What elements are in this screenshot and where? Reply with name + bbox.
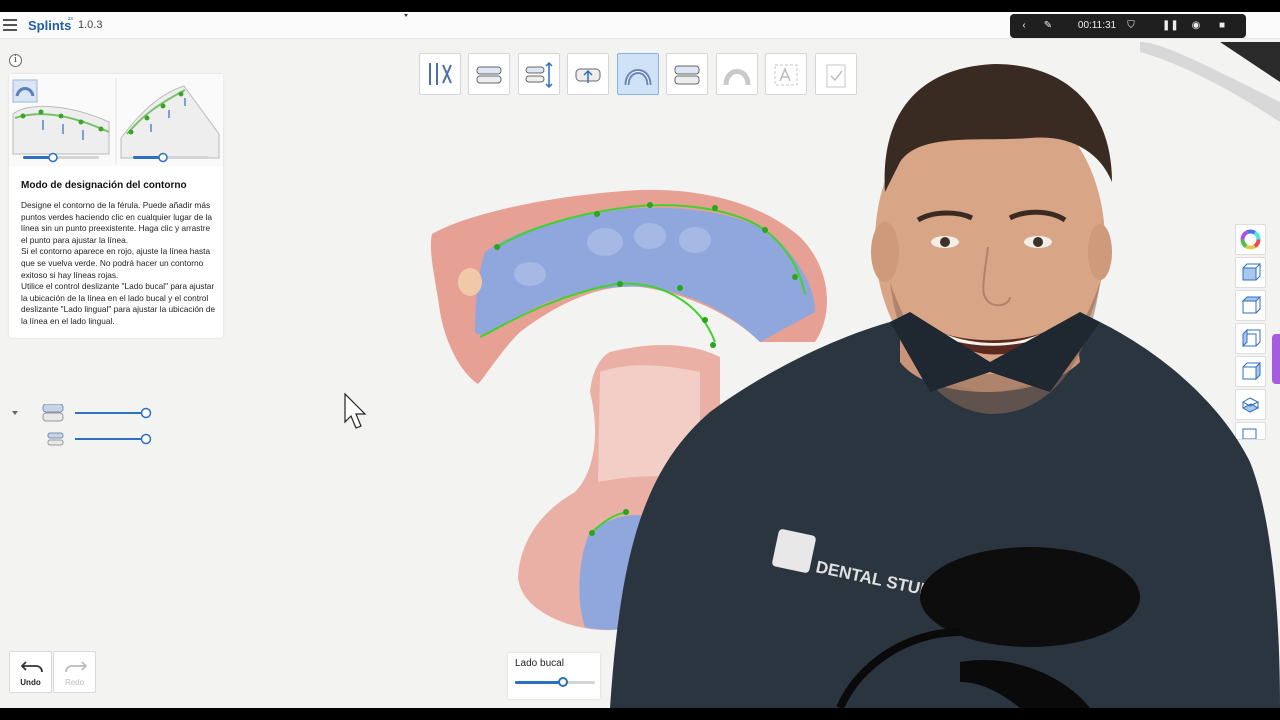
- screen-recorder-bar: ‹ ✎ 00:11:31 ⛉ ❚❚ ◉ ■: [1010, 14, 1246, 38]
- video-letterbox-bottom: [0, 708, 1280, 720]
- recording-timer: 00:11:31: [1077, 20, 1117, 31]
- redo-button[interactable]: Redo: [53, 651, 96, 693]
- jaw-visibility-controls: [12, 404, 152, 446]
- collapse-chevron-icon: [12, 411, 18, 415]
- help-illustration: [9, 74, 223, 166]
- block-out-icon: [575, 68, 601, 83]
- bucal-side-slider-panel: Lado bucal: [508, 653, 600, 699]
- redo-icon: [65, 661, 88, 673]
- stop-icon[interactable]: ■: [1215, 14, 1229, 38]
- undo-icon: [20, 661, 43, 673]
- redo-label: Redo: [64, 678, 85, 687]
- help-panel: Modo de designación del contorno Designe…: [9, 74, 223, 338]
- chevron-left-icon[interactable]: ‹: [1016, 14, 1032, 38]
- shield-icon[interactable]: ⛉: [1124, 14, 1138, 38]
- lower-jaw-slider-thumb: [140, 433, 152, 445]
- undo-redo-group: Undo Redo: [9, 651, 97, 693]
- pen-icon[interactable]: ✎: [1040, 14, 1056, 38]
- lower-jaw-icon: [47, 432, 64, 446]
- record-icon[interactable]: ◉: [1188, 14, 1204, 38]
- insertion-axis-icon: [525, 61, 553, 89]
- bucal-side-slider[interactable]: [515, 677, 595, 687]
- mouse-cursor: [344, 392, 367, 429]
- jaw-align-icon: [476, 66, 502, 84]
- webcam-overlay: DENTAL STUDIO: [610, 42, 1280, 708]
- info-icon[interactable]: i: [9, 54, 22, 67]
- help-paragraph: Si el contorno aparece en rojo, ajuste l…: [21, 246, 211, 280]
- tools-button[interactable]: [419, 53, 461, 95]
- help-body: Designe el contorno de la férula. Puede …: [21, 200, 217, 328]
- help-paragraph: Designe el contorno de la férula. Puede …: [21, 200, 212, 245]
- upper-jaw-icon: [42, 404, 64, 422]
- pause-icon[interactable]: ❚❚: [1162, 14, 1179, 38]
- insertion-axis-button[interactable]: [518, 53, 560, 95]
- undo-label: Undo: [20, 678, 41, 687]
- bucal-slider-fill: [515, 681, 563, 684]
- help-paragraph: Utilice el control deslizante "Lado buca…: [21, 281, 216, 326]
- tools-icon: [429, 63, 452, 85]
- jaw-align-button[interactable]: [468, 53, 510, 95]
- help-title: Modo de designación del contorno: [21, 180, 187, 191]
- video-letterbox-top: [0, 0, 1280, 12]
- upper-jaw-slider-thumb: [140, 407, 152, 419]
- undo-button[interactable]: Undo: [9, 651, 52, 693]
- splints-app-window: Splints ²³ 1.0.3 i Modo de designación d…: [0, 12, 1280, 708]
- bucal-slider-thumb[interactable]: [558, 677, 568, 687]
- bucal-side-label: Lado bucal: [515, 658, 564, 669]
